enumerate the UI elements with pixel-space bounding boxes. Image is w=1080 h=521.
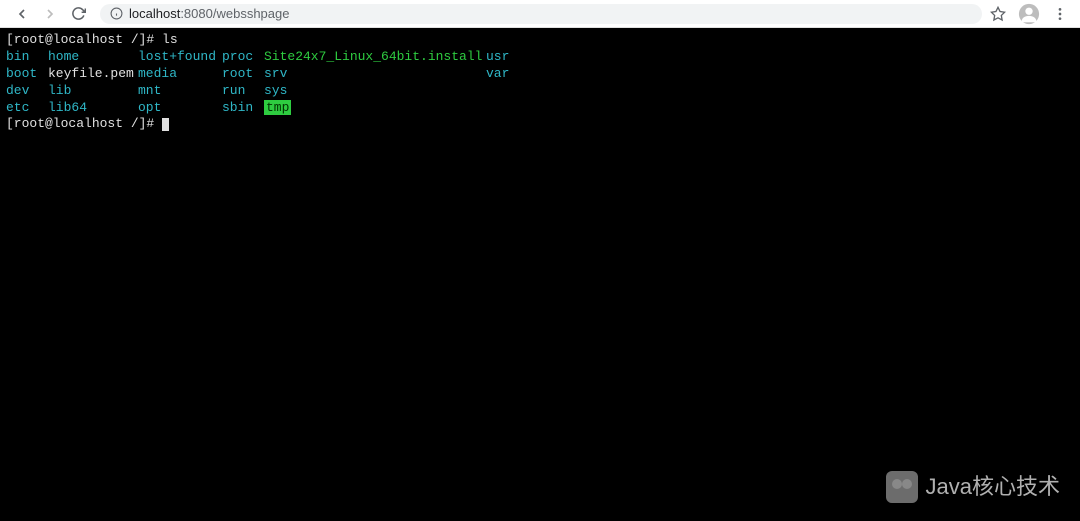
dir-entry: home	[48, 49, 138, 66]
dir-entry: root	[222, 66, 264, 83]
url-bar[interactable]: localhost:8080/websshpage	[100, 4, 982, 24]
ls-row: binhomelost+foundprocSite24x7_Linux_64bi…	[6, 49, 1074, 66]
prompt-text: [root@localhost /]#	[6, 32, 162, 47]
dir-entry: var	[486, 66, 526, 83]
kebab-menu-icon[interactable]	[1052, 6, 1068, 22]
ls-output: binhomelost+foundprocSite24x7_Linux_64bi…	[6, 49, 1074, 117]
dir-entry: opt	[138, 100, 222, 117]
url-host: localhost	[129, 6, 180, 21]
back-button[interactable]	[8, 0, 36, 28]
dir-entry: lost+found	[138, 49, 222, 66]
dir-entry: tmp	[264, 100, 486, 117]
dir-entry: lib64	[48, 100, 138, 117]
dir-entry: sbin	[222, 100, 264, 117]
ls-row: bootkeyfile.pemmediarootsrvvar	[6, 66, 1074, 83]
dir-entry: bin	[6, 49, 48, 66]
file-entry: Site24x7_Linux_64bit.install	[264, 49, 486, 66]
terminal[interactable]: [root@localhost /]# ls binhomelost+found…	[0, 28, 1080, 521]
dir-entry: lib	[48, 83, 138, 100]
dir-entry: boot	[6, 66, 48, 83]
file-entry: keyfile.pem	[48, 66, 138, 83]
toolbar-right	[990, 3, 1072, 25]
dir-entry: usr	[486, 49, 526, 66]
profile-avatar-icon[interactable]	[1018, 3, 1040, 25]
terminal-line-prompt2: [root@localhost /]#	[6, 116, 1074, 133]
dir-entry: etc	[6, 100, 48, 117]
dir-entry: run	[222, 83, 264, 100]
bookmark-icon[interactable]	[990, 6, 1006, 22]
wechat-icon	[886, 471, 918, 503]
watermark-text: Java核心技术	[926, 473, 1060, 502]
reload-button[interactable]	[64, 0, 92, 28]
dir-entry: proc	[222, 49, 264, 66]
browser-toolbar: localhost:8080/websshpage	[0, 0, 1080, 28]
url-port: :8080	[180, 6, 213, 21]
terminal-cursor	[162, 118, 169, 131]
url-path: /websshpage	[213, 6, 290, 21]
prompt-text: [root@localhost /]#	[6, 116, 162, 131]
sticky-dir-entry: tmp	[264, 100, 291, 115]
dir-entry: mnt	[138, 83, 222, 100]
ls-row: devlibmntrunsys	[6, 83, 1074, 100]
dir-entry: sys	[264, 83, 486, 100]
dir-entry: media	[138, 66, 222, 83]
forward-button[interactable]	[36, 0, 64, 28]
dir-entry: srv	[264, 66, 486, 83]
terminal-line-prompt1: [root@localhost /]# ls	[6, 32, 1074, 49]
watermark: Java核心技术	[886, 471, 1060, 503]
ls-row: etclib64optsbintmp	[6, 100, 1074, 117]
site-info-icon[interactable]	[110, 7, 123, 20]
command-text: ls	[162, 32, 178, 47]
dir-entry: dev	[6, 83, 48, 100]
